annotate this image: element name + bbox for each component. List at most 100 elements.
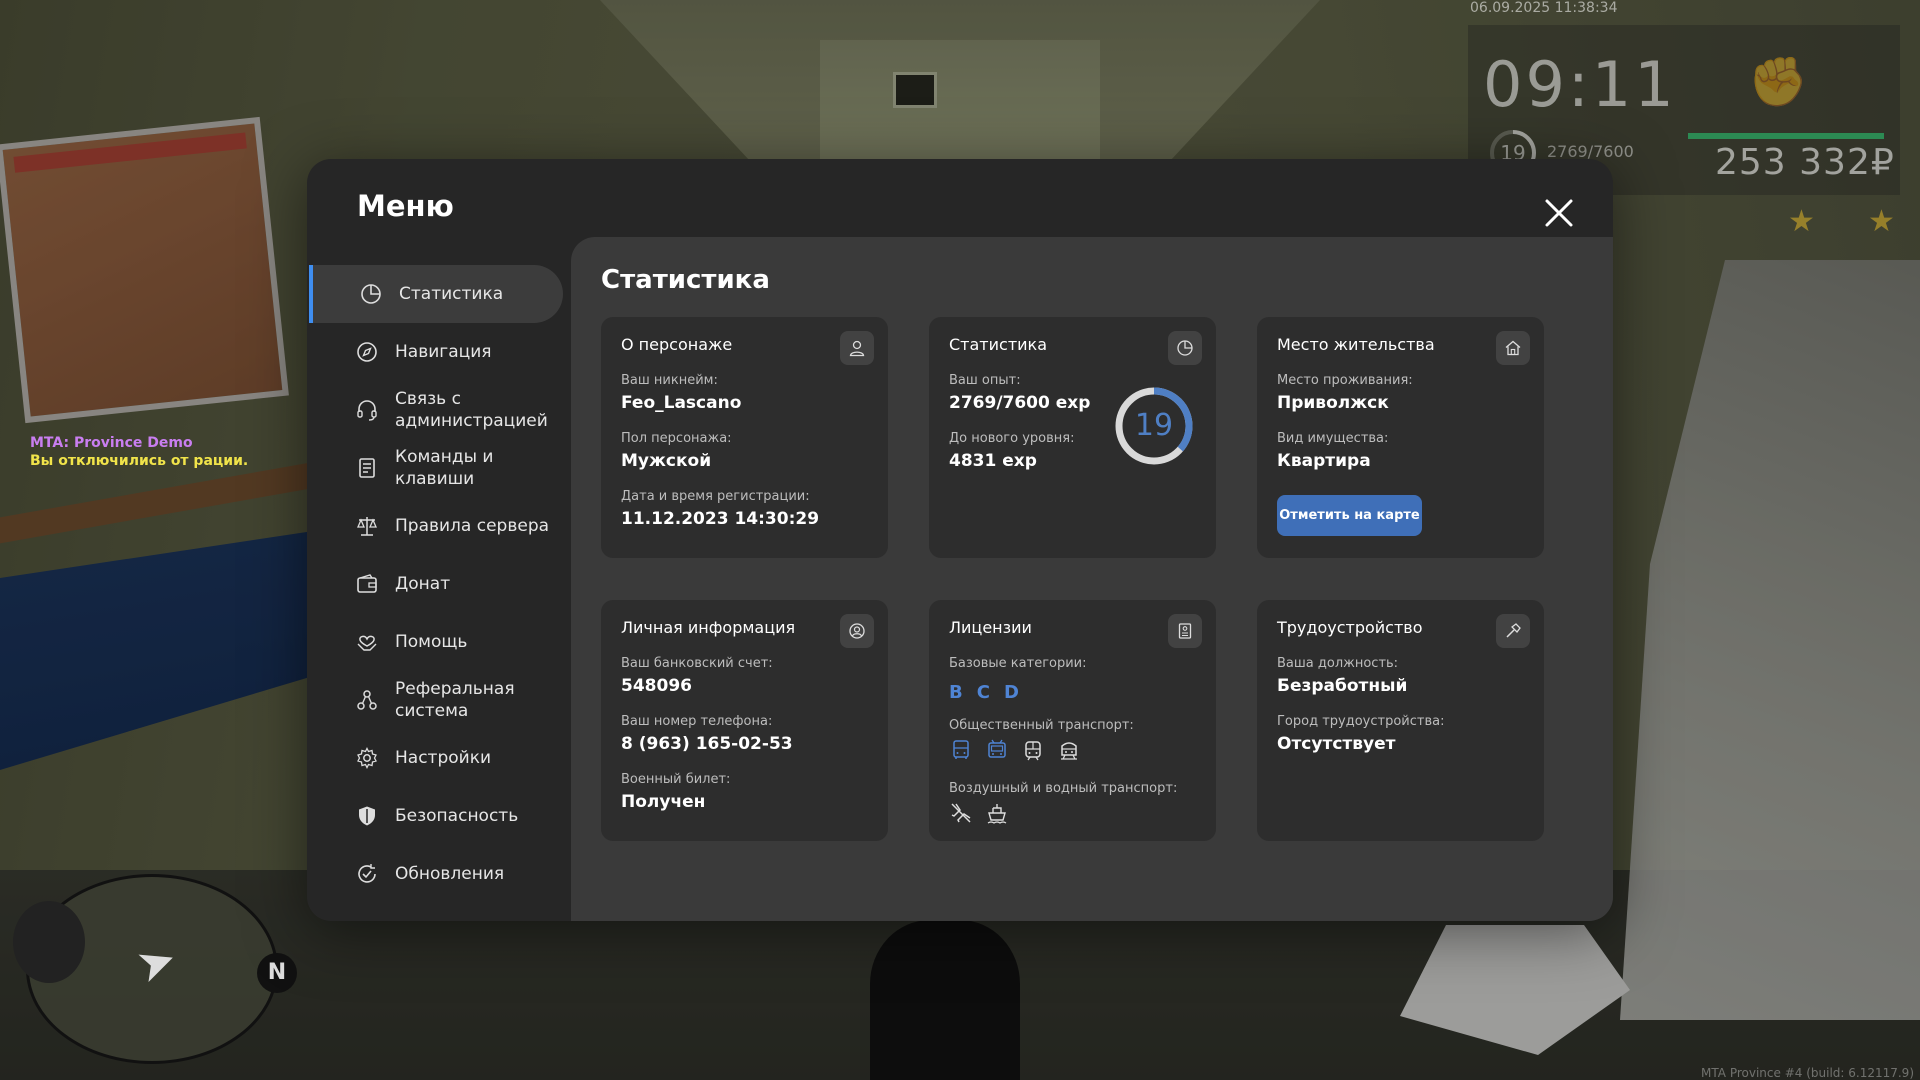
shield-icon: [355, 804, 379, 828]
bank-account-value: 548096: [621, 676, 692, 696]
ship-icon: [987, 804, 1007, 824]
nav-label: Реферальная система: [395, 679, 515, 721]
wallet-icon: [355, 572, 379, 596]
nav-label: Навигация: [395, 342, 492, 362]
pie-chart-icon: [1168, 331, 1202, 365]
card-title: Личная информация: [621, 618, 796, 637]
menu-sidebar: Статистика Навигация Связь с администрац…: [307, 265, 571, 921]
tram-icon: [1025, 741, 1041, 761]
field-label: Базовые категории:: [949, 656, 1087, 671]
document-icon: [355, 456, 379, 480]
field-label: Ваш опыт:: [949, 373, 1021, 388]
registration-value: 11.12.2023 14:30:29: [621, 509, 820, 529]
hud-stamina-fill: [1688, 133, 1884, 139]
mark-on-map-button[interactable]: Отметить на карте: [1277, 495, 1422, 536]
hud-stamina-bar: [1688, 133, 1884, 139]
card-licenses: Лицензии Базовые категории: B C D Общест…: [929, 600, 1216, 841]
nav-label: Правила сервера: [395, 516, 550, 536]
nav-item-settings[interactable]: Настройки: [309, 729, 563, 787]
wanted-star-icon: ★: [1788, 204, 1815, 239]
hud-datetime: 06.09.2025 11:38:34: [1470, 0, 1618, 16]
nav-item-commands[interactable]: Команды и клавиши: [309, 439, 563, 497]
field-label: Ваш номер телефона:: [621, 714, 773, 729]
nav-label: Связь с администрацией: [395, 389, 548, 431]
nav-label: Донат: [395, 574, 451, 594]
card-title: О персонаже: [621, 335, 733, 354]
menu-modal: Меню Статистика Навигация Связь с админи…: [307, 159, 1613, 921]
job-city-value: Отсутствует: [1277, 734, 1396, 754]
radar-minimap: ➤ N: [13, 874, 297, 1064]
nav-item-security[interactable]: Безопасность: [309, 787, 563, 845]
gender-value: Мужской: [621, 451, 712, 471]
card-title: Трудоустройство: [1277, 618, 1423, 637]
close-button[interactable]: [1539, 193, 1579, 233]
nav-item-rules[interactable]: Правила сервера: [309, 497, 563, 555]
nav-label: Статистика: [399, 284, 504, 304]
player-arrow-icon: ➤: [128, 930, 184, 994]
card-title: Место жительства: [1277, 335, 1435, 354]
field-label: Пол персонажа:: [621, 431, 732, 446]
gear-icon: [355, 746, 379, 770]
headset-icon: [355, 398, 379, 422]
hammer-icon: [1496, 614, 1530, 648]
nav-item-referral[interactable]: Реферальная система: [309, 671, 563, 729]
level-value: 19: [1134, 408, 1174, 443]
airplane-icon: [951, 803, 971, 823]
field-label: Общественный транспорт:: [949, 718, 1134, 733]
nav-item-statistics[interactable]: Статистика: [309, 265, 563, 323]
card-title: Лицензии: [949, 618, 1032, 637]
fist-icon: ✊: [1748, 54, 1808, 110]
nav-label: Безопасность: [395, 806, 519, 826]
chat-line: Вы отключились от рации.: [30, 453, 249, 469]
card-employment: Трудоустройство Ваша должность: Безработ…: [1257, 600, 1544, 841]
nav-item-donate[interactable]: Донат: [309, 555, 563, 613]
nav-label: Настройки: [395, 748, 492, 768]
card-stats: Статистика Ваш опыт: 2769/7600 exp До но…: [929, 317, 1216, 558]
build-version: MTA Province #4 (build: 6.12117.9): [1701, 1066, 1914, 1080]
air-water-licenses: [949, 801, 1009, 825]
content-panel: Статистика О персонаже Ваш никнейм: Feo_…: [571, 237, 1613, 921]
nav-label: Помощь: [395, 632, 468, 652]
license-categories: B C D: [949, 682, 1019, 703]
field-label: Место проживания:: [1277, 373, 1413, 388]
field-label: Город трудоустройства:: [1277, 714, 1445, 729]
field-label: До нового уровня:: [949, 431, 1075, 446]
radar-dark-area: [13, 901, 85, 983]
user-icon: [840, 331, 874, 365]
card-residence: Место жительства Место проживания: Приво…: [1257, 317, 1544, 558]
close-icon: [1545, 199, 1573, 227]
nav-label: Команды и клавиши: [395, 447, 494, 489]
license-category: C: [976, 682, 990, 703]
card-title: Статистика: [949, 335, 1047, 354]
home-icon: [1496, 331, 1530, 365]
compass-icon: [355, 340, 379, 364]
nav-item-updates[interactable]: Обновления: [309, 845, 563, 903]
hud-money: 253 332₽: [1715, 142, 1895, 183]
wanted-star-icon: ★: [1868, 204, 1895, 239]
property-type-value: Квартира: [1277, 451, 1371, 471]
next-level-value: 4831 exp: [949, 451, 1037, 471]
network-icon: [355, 688, 379, 712]
nickname-value: Feo_Lascano: [621, 393, 742, 413]
license-category: B: [949, 682, 963, 703]
chat-line: MTA: Province Demo: [30, 435, 193, 451]
scales-icon: [355, 514, 379, 538]
nav-item-help[interactable]: Помощь: [309, 613, 563, 671]
id-card-icon: [1168, 614, 1202, 648]
refresh-check-icon: [355, 862, 379, 886]
exp-value: 2769/7600 exp: [949, 393, 1091, 413]
content-title: Статистика: [601, 265, 770, 295]
nav-item-admin-contact[interactable]: Связь с администрацией: [309, 381, 563, 439]
heart-hands-icon: [355, 630, 379, 654]
field-label: Вид имущества:: [1277, 431, 1389, 446]
public-transport-licenses: [949, 738, 1081, 762]
chat-log: MTA: Province Demo Вы отключились от рац…: [30, 434, 248, 470]
bus-icon: [953, 740, 969, 759]
nav-item-navigation[interactable]: Навигация: [309, 323, 563, 381]
phone-value: 8 (963) 165-02-53: [621, 734, 793, 754]
nav-label: Обновления: [395, 864, 505, 884]
card-character: О персонаже Ваш никнейм: Feo_Lascano Пол…: [601, 317, 888, 558]
military-id-value: Получен: [621, 792, 706, 812]
user-circle-icon: [840, 614, 874, 648]
field-label: Военный билет:: [621, 772, 731, 787]
